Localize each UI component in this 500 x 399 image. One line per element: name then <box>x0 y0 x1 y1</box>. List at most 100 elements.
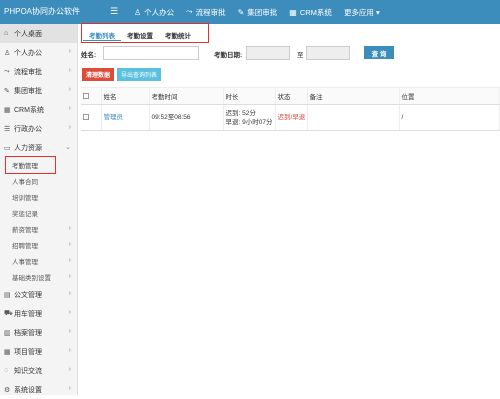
tab-attendance-settings[interactable]: 考勤设置 <box>121 25 159 41</box>
sidebar-sub-recruit[interactable]: 招聘管理 › <box>0 237 77 253</box>
doc-icon: ▤ <box>4 291 11 299</box>
sidebar-sub-label: 人事管理 <box>12 259 38 266</box>
chevron-right-icon: › <box>68 225 71 232</box>
sidebar: ⌂ 个人桌面 ♙ 个人办公 › ⤳ 流程审批 › ✎ 集团审批 › ▦ CRM系统 › ☰ 行政办公… <box>0 24 78 395</box>
top-nav-more[interactable]: 更多应用 ▾ <box>344 7 380 18</box>
row-checkbox[interactable] <box>83 114 89 121</box>
row-name[interactable]: 管理员 <box>101 104 150 131</box>
sidebar-item-admin[interactable]: ☰ 行政办公 › <box>0 119 77 138</box>
sidebar-item-archives[interactable]: ▥ 档案管理 › <box>0 323 77 342</box>
sidebar-item-projects[interactable]: ▦ 项目管理 › <box>0 342 77 361</box>
sidebar-item-vehicles[interactable]: ⛟ 用车管理 › <box>0 304 77 323</box>
user-icon: ♙ <box>4 49 11 57</box>
sidebar-item-label: 项目管理 <box>14 348 42 356</box>
chevron-right-icon: › <box>68 67 71 74</box>
top-nav-label: 集团审批 <box>247 7 278 17</box>
col-location: 位置 <box>399 87 500 105</box>
chevron-right-icon: › <box>68 290 71 297</box>
search-button[interactable]: 查 询 <box>364 46 394 59</box>
tab-attendance-list[interactable]: 考勤列表 <box>83 25 121 41</box>
flow-icon: ⤳ <box>186 7 193 16</box>
chart-icon: ▦ <box>4 106 11 114</box>
sidebar-sub-personnel[interactable]: 人事管理 › <box>0 253 77 269</box>
chevron-right-icon: › <box>68 241 71 248</box>
sidebar-item-label: 档案管理 <box>14 329 42 337</box>
sidebar-sub-attendance[interactable]: 考勤管理 <box>5 156 56 174</box>
table-header-row: 姓名 考勤时间 时长 状态 备注 位置 <box>81 87 500 105</box>
col-duration: 时长 <box>223 87 276 105</box>
sidebar-item-desktop[interactable]: ⌂ 个人桌面 <box>0 24 77 43</box>
select-all-checkbox[interactable] <box>83 92 89 99</box>
sidebar-sub-label: 考勤管理 <box>12 163 38 170</box>
tab-bar: 考勤列表 考勤设置 考勤统计 <box>83 25 287 43</box>
date-to-input[interactable] <box>306 46 350 60</box>
sidebar-item-label: 行政办公 <box>14 125 42 133</box>
sidebar-item-label: 个人桌面 <box>14 30 42 38</box>
date-from-input[interactable] <box>246 46 290 60</box>
top-nav-label: 更多应用 ▾ <box>343 7 380 17</box>
sidebar-item-hr[interactable]: ▭ 人力资源 ⌄ <box>0 138 77 157</box>
chat-icon: ◌ <box>4 367 9 374</box>
select-all-header[interactable] <box>81 87 102 105</box>
row-duration-late: 迟到: 52分 <box>225 109 256 117</box>
sidebar-item-settings[interactable]: ⚙ 系统设置 › <box>0 380 77 399</box>
sidebar-item-label: 人力资源 <box>14 144 42 152</box>
sidebar-item-label: CRM系统 <box>14 106 44 114</box>
col-time: 考勤时间 <box>149 87 224 105</box>
row-select-cell[interactable] <box>81 104 102 131</box>
to-label: 至 <box>297 52 304 59</box>
chevron-right-icon: › <box>68 385 71 392</box>
table-row: 管理员 09:52至08:56 迟到: 52分 早退: 9小时07分 迟到/早退 … <box>81 104 500 131</box>
hamburger-icon[interactable]: ☰ <box>110 6 118 17</box>
sidebar-item-label: 个人办公 <box>14 49 42 57</box>
chevron-down-icon: ⌄ <box>65 144 71 151</box>
name-input[interactable] <box>103 46 199 60</box>
user-icon: ♙ <box>134 7 142 17</box>
sidebar-sub-label: 招聘管理 <box>12 243 38 250</box>
sidebar-item-label: 用车管理 <box>14 310 42 318</box>
top-nav-crm[interactable]: ▦ CRM系统 <box>289 7 332 18</box>
action-bar: 清理数据 导出查询列表 <box>82 68 162 81</box>
clear-data-button[interactable]: 清理数据 <box>82 68 115 81</box>
row-time: 09:52至08:56 <box>149 104 224 131</box>
chevron-right-icon: › <box>68 257 71 264</box>
chevron-right-icon: › <box>68 328 71 335</box>
archive-icon: ▥ <box>4 329 11 337</box>
top-nav-workflow[interactable]: ⤳ 流程审批 <box>186 7 225 18</box>
top-nav-group-approval[interactable]: ✎ 集团审批 <box>238 7 278 18</box>
sidebar-item-personal[interactable]: ♙ 个人办公 › <box>0 43 77 62</box>
top-nav-label: CRM系统 <box>299 7 332 17</box>
chevron-right-icon: › <box>68 124 71 131</box>
flow-icon: ⤳ <box>4 67 10 75</box>
sidebar-item-label: 集团审批 <box>14 87 42 95</box>
sidebar-item-crm[interactable]: ▦ CRM系统 › <box>0 100 77 119</box>
sidebar-item-group[interactable]: ✎ 集团审批 › <box>0 81 77 100</box>
filter-bar: 姓名: 考勤日期: 至 查 询 <box>81 46 500 60</box>
sidebar-item-workflow[interactable]: ⤳ 流程审批 › <box>0 62 77 81</box>
sidebar-sub-contract[interactable]: 人事合同 <box>0 173 77 189</box>
main-content: 考勤列表 考勤设置 考勤统计 姓名: 考勤日期: 至 查 询 清理数据 导出查询… <box>79 23 500 395</box>
export-list-button[interactable]: 导出查询列表 <box>117 68 162 81</box>
top-header: PHPOA协同办公软件 ☰ ♙ 个人办公 ⤳ 流程审批 ✎ 集团审批 ▦ CRM系统 更… <box>0 0 500 24</box>
edit-icon: ✎ <box>237 7 245 17</box>
sidebar-item-documents[interactable]: ▤ 公文管理 › <box>0 285 77 304</box>
sidebar-item-label: 系统设置 <box>14 386 42 394</box>
sidebar-sub-training[interactable]: 培训管理 <box>0 189 77 205</box>
row-duration: 迟到: 52分 早退: 9小时07分 <box>223 104 276 131</box>
top-nav-personal[interactable]: ♙ 个人办公 <box>134 7 174 18</box>
sidebar-sub-label: 培训管理 <box>12 195 38 202</box>
row-remark <box>307 104 400 131</box>
date-label: 考勤日期: <box>214 52 243 59</box>
col-status: 状态 <box>275 87 308 105</box>
sidebar-sub-rewards[interactable]: 奖惩记录 <box>0 205 77 221</box>
car-icon: ⛟ <box>4 310 13 317</box>
sidebar-item-knowledge[interactable]: ◌ 知识交流 › <box>0 361 77 380</box>
book-icon: ▭ <box>4 144 11 152</box>
sidebar-sub-categories[interactable]: 基础类别设置 › <box>0 269 77 285</box>
chart-icon: ▦ <box>289 7 297 17</box>
tab-attendance-stats[interactable]: 考勤统计 <box>159 25 197 41</box>
sidebar-sub-salary[interactable]: 薪资管理 › <box>0 221 77 237</box>
col-name: 姓名 <box>101 87 150 105</box>
sidebar-item-label: 知识交流 <box>14 367 42 375</box>
sidebar-sub-label: 人事合同 <box>12 179 38 186</box>
